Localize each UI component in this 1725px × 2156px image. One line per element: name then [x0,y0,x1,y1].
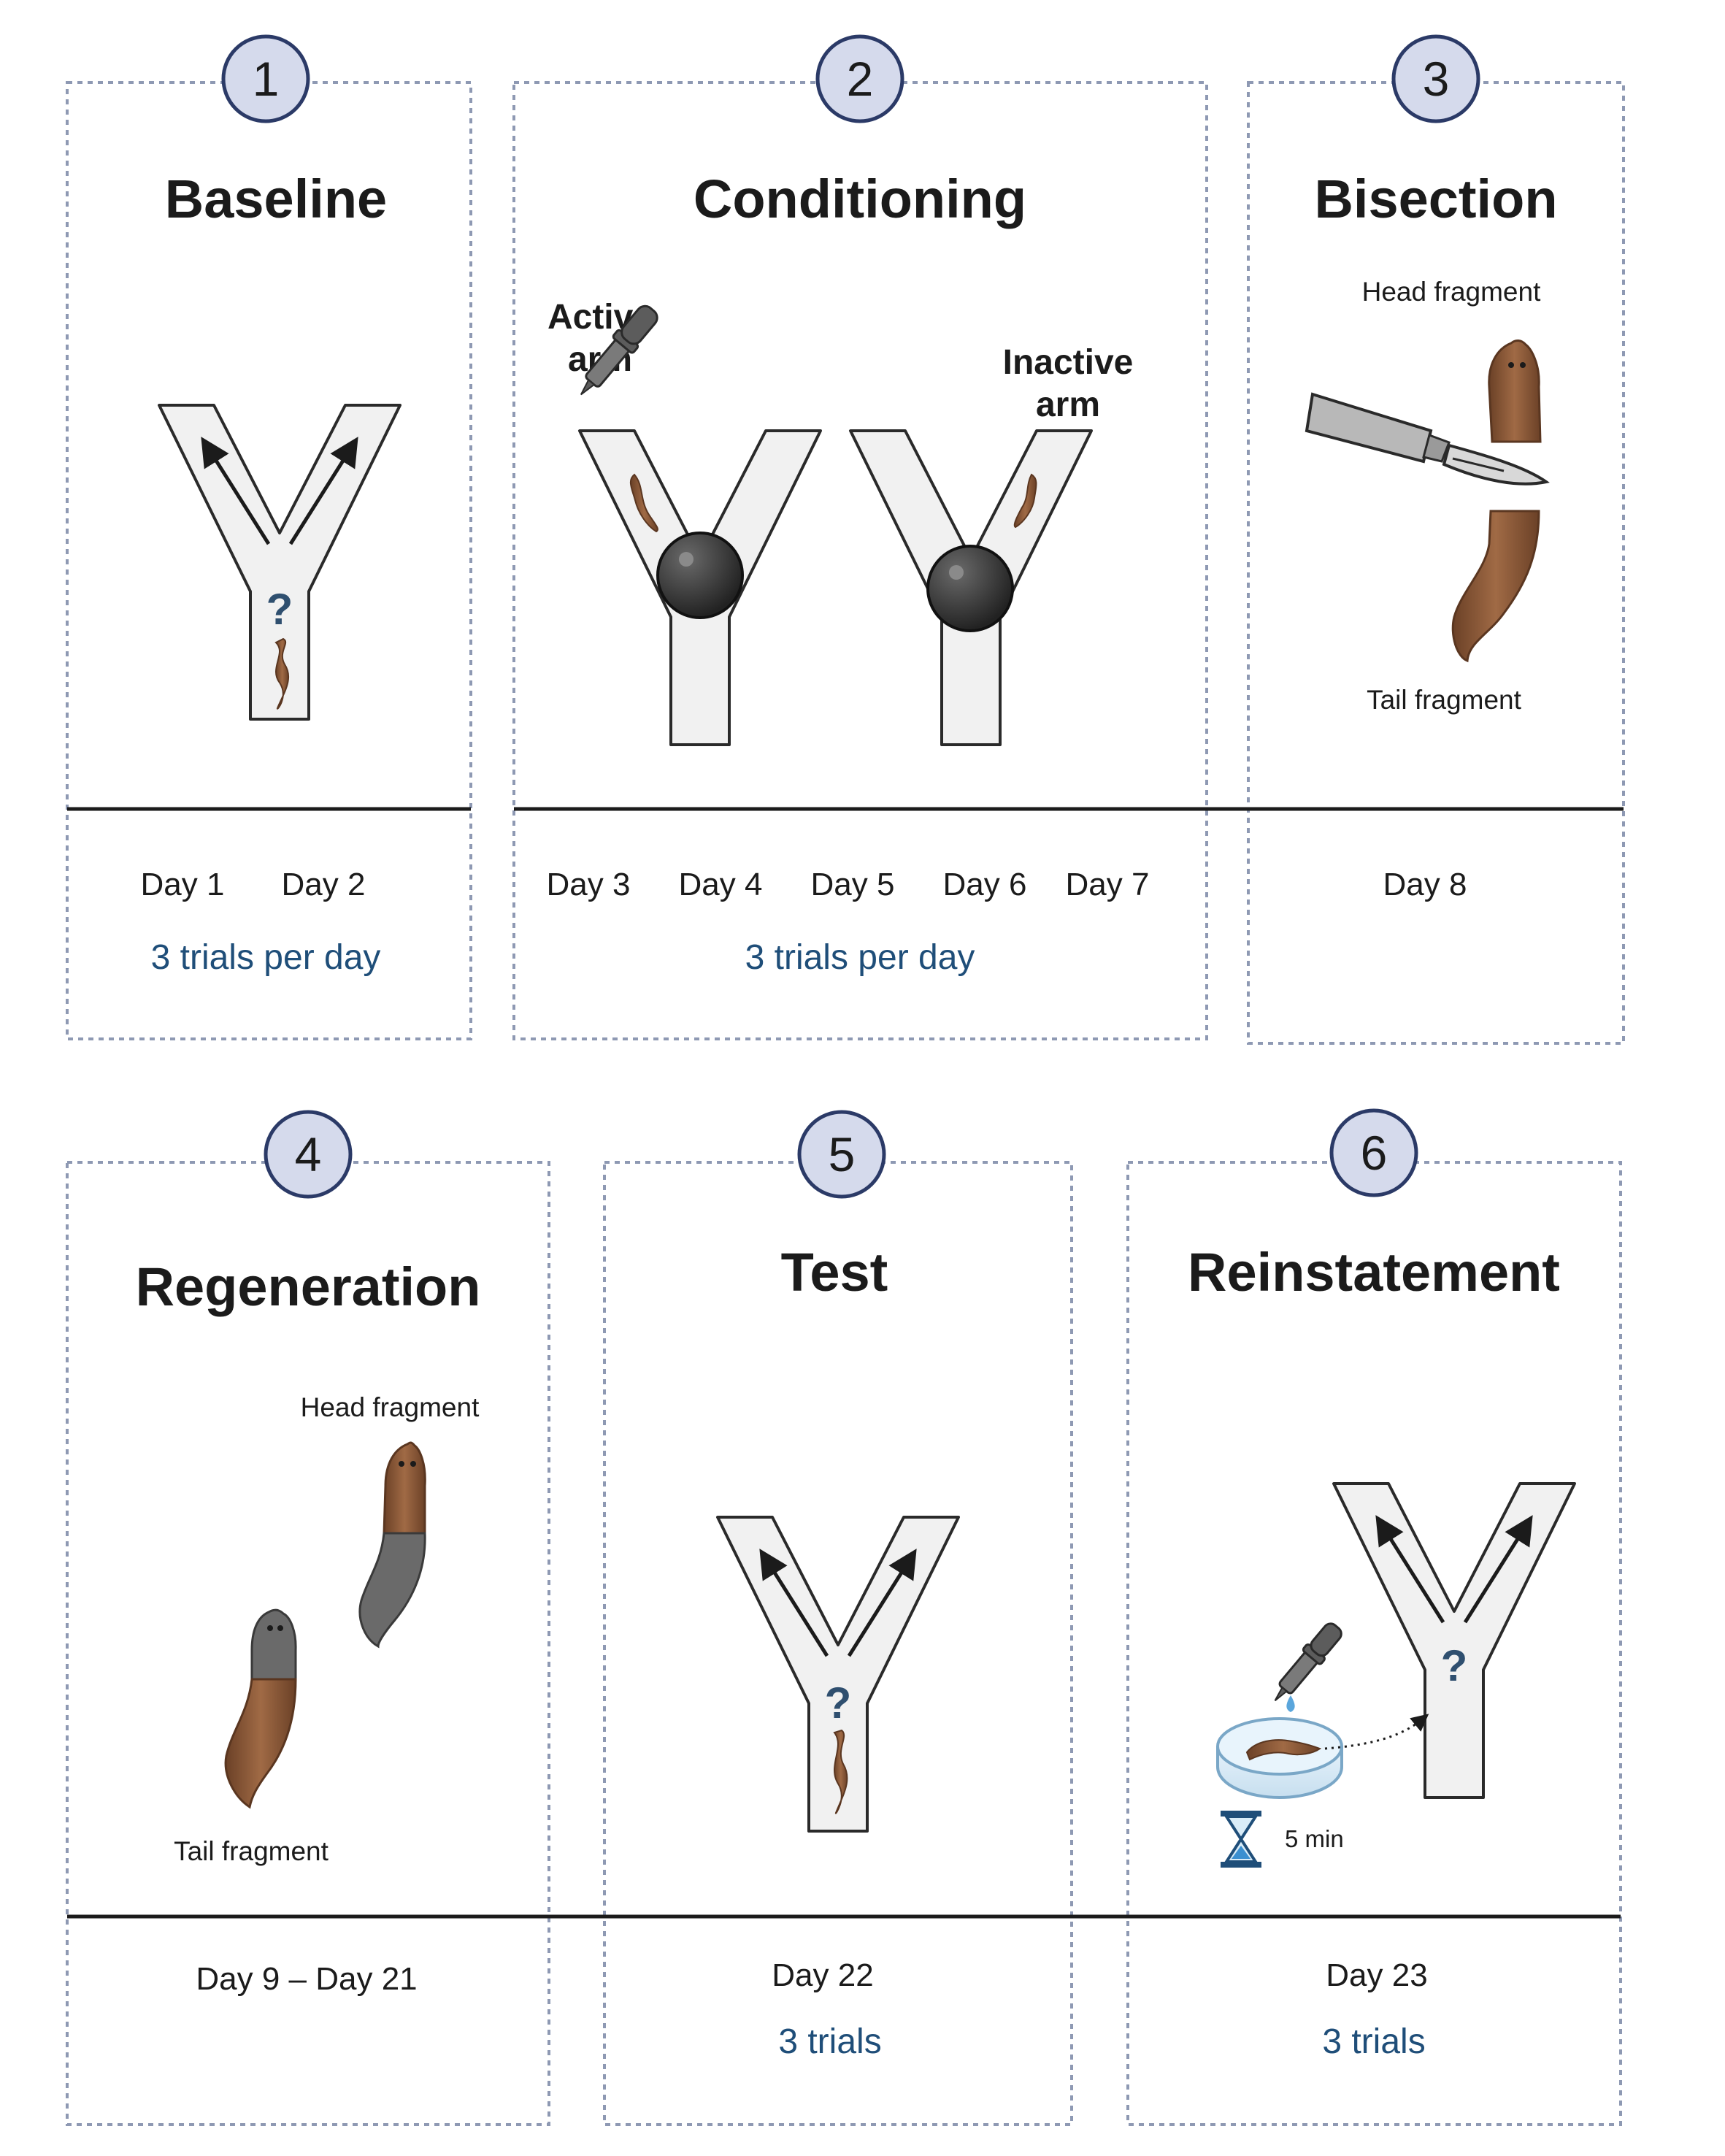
planarian-icon [1451,510,1540,663]
drop-icon [1286,1695,1295,1712]
ball-icon [656,532,744,619]
step-number: 6 [1361,1126,1388,1180]
day-label: Day 4 [679,867,763,902]
panel-title: Conditioning [694,169,1026,229]
question-mark: ? [266,585,293,634]
panel-title: Test [781,1242,888,1303]
day-label: Day 1 [141,867,225,902]
head-fragment-label: Head fragment [1362,277,1541,307]
inactive-arm-label: arm [1036,385,1100,424]
trials-label: 3 trials [1322,2022,1425,2061]
panel-title: Bisection [1314,169,1557,229]
planarian-icon [1488,339,1542,443]
panel-bisection: 3 Bisection Head fragment Tail fragment … [1207,34,1625,1045]
trials-label: 3 trials per day [745,938,975,977]
tail-fragment-label: Tail fragment [1367,685,1522,715]
day-label: Day 22 [772,1957,873,1993]
day-label: Day 8 [1383,867,1467,902]
step-number: 2 [847,52,874,106]
step-number: 4 [295,1127,322,1181]
step-number: 5 [829,1127,856,1181]
planarian-icon [358,1441,426,1649]
day-label: Day 9 – Day 21 [196,1961,417,1997]
day-label: Day 6 [943,867,1027,902]
tail-fragment-label: Tail fragment [174,1836,329,1866]
trials-label: 3 trials [778,2022,881,2061]
y-maze-icon: ? [716,1516,960,1833]
panel-title: Regeneration [136,1257,481,1317]
question-mark: ? [825,1679,852,1727]
petri-dish-icon [1216,1717,1343,1800]
step-number: 1 [253,52,280,106]
panel-title: Baseline [165,169,387,229]
y-maze-icon: ? [158,404,402,721]
planarian-icon [224,1608,297,1809]
dropper-icon [1274,1622,1342,1702]
y-maze-icon: ? [1332,1482,1576,1799]
timer-label: 5 min [1285,1825,1344,1852]
panel-test: 5 Test ? Day 22 3 trials [549,1110,1073,2126]
panel-baseline: 1 Baseline ? Day 1 Day 2 3 trials per da… [66,34,472,1040]
step-number: 3 [1423,52,1450,106]
panel-reinstatement: 6 Reinstatement ? 5 min Day 23 3 trials [1072,1108,1622,2126]
panel-regeneration: 4 Regeneration Head fragment Tail fragme… [66,1110,550,2126]
question-mark: ? [1441,1641,1468,1690]
day-label: Day 2 [282,867,366,902]
trials-label: 3 trials per day [151,938,381,977]
panel-conditioning: 2 Conditioning Active arm Inactive arm D [512,34,1208,1040]
day-label: Day 3 [547,867,631,902]
ball-icon [926,545,1014,632]
hourglass-icon [1221,1811,1261,1868]
inactive-arm-label: Inactive [1003,343,1134,382]
head-fragment-label: Head fragment [301,1392,480,1422]
panel-title: Reinstatement [1188,1242,1560,1303]
day-label: Day 5 [811,867,895,902]
day-label: Day 23 [1326,1957,1427,1993]
day-label: Day 7 [1066,867,1150,902]
